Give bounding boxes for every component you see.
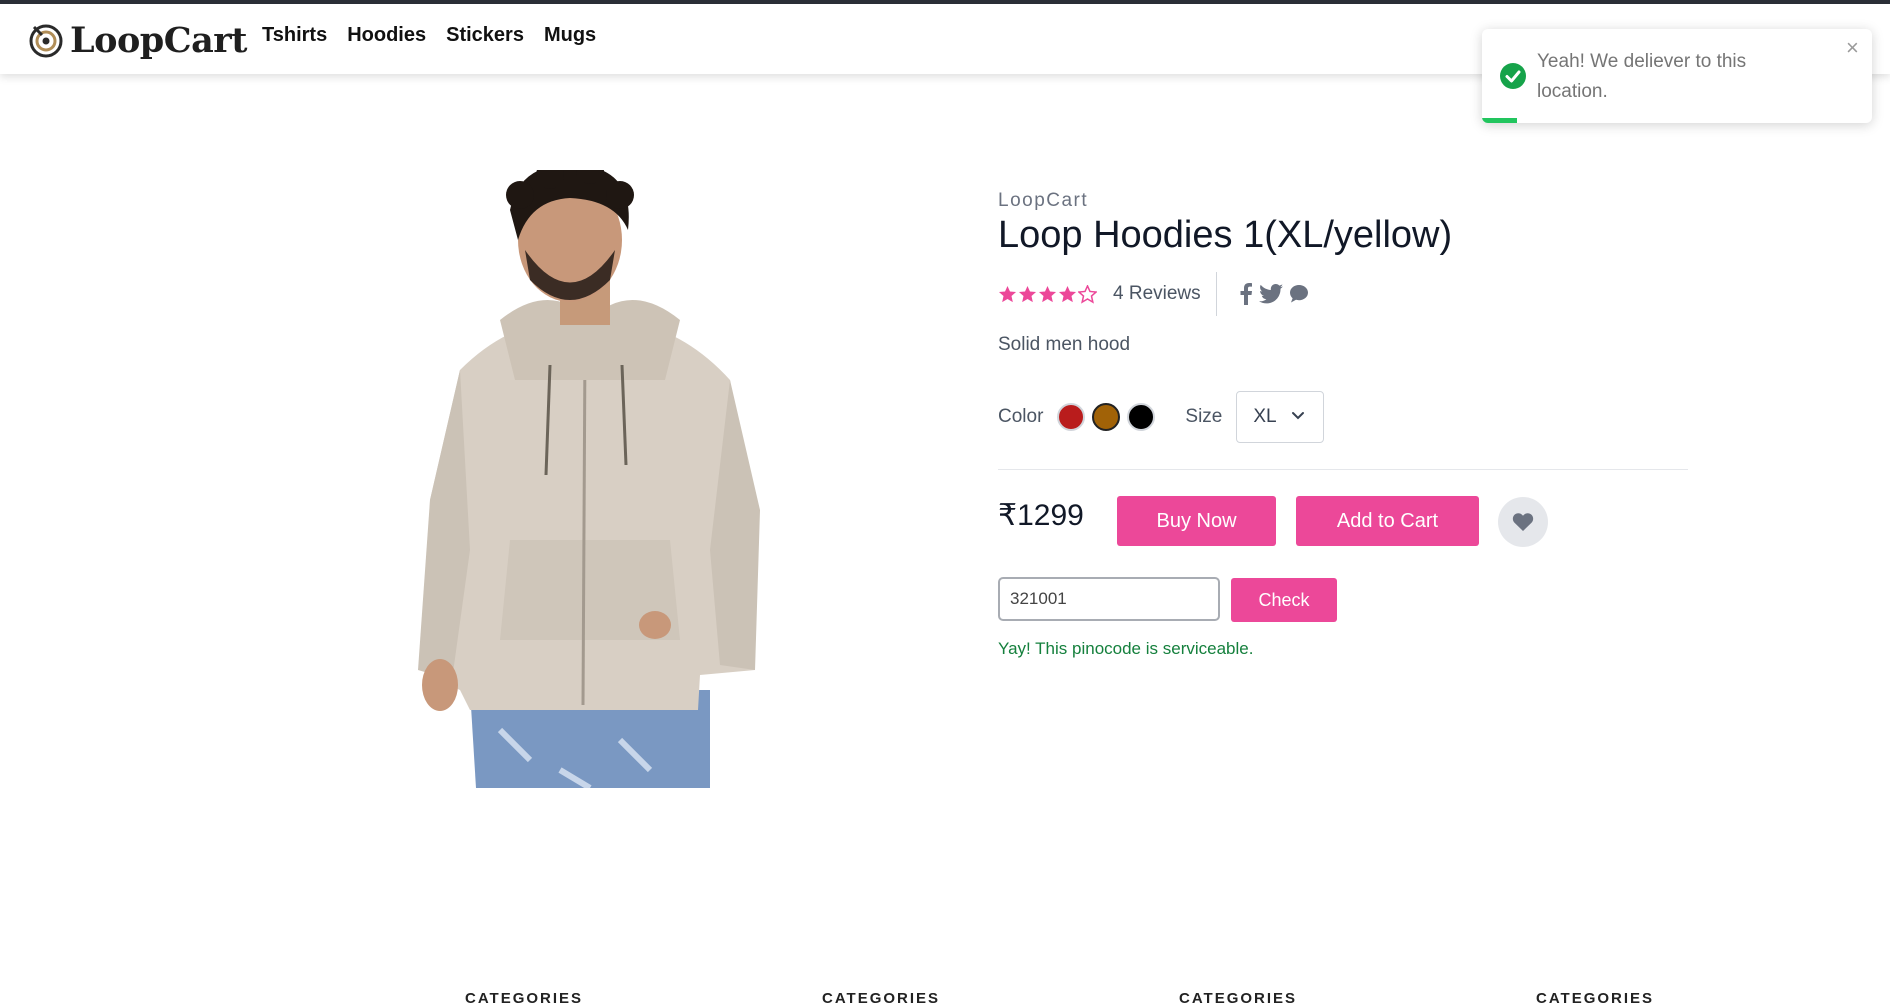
nav-link-stickers[interactable]: Stickers (446, 24, 524, 47)
twitter-icon[interactable] (1258, 284, 1283, 304)
logo-text: LoopCart (70, 19, 247, 61)
toast-message: Yeah! We deliever to this location. (1537, 51, 1747, 102)
nav-link-mugs[interactable]: Mugs (544, 24, 596, 47)
color-swatch-yellow[interactable] (1092, 403, 1121, 431)
product-price: ₹1299 (998, 499, 1084, 532)
footer-category-heading: CATEGORIES (1536, 990, 1655, 1007)
color-label: Color (998, 406, 1044, 427)
star-filled-icon (1018, 285, 1037, 302)
toast-close-button[interactable]: × (1846, 35, 1859, 61)
check-pincode-button[interactable]: Check (1231, 578, 1337, 622)
reviews-count[interactable]: 4 Reviews (1113, 283, 1201, 305)
wishlist-button[interactable] (1498, 497, 1548, 547)
product-options: Color Size XL (998, 391, 1325, 443)
nav-links: Tshirts Hoodies Stickers Mugs (262, 24, 596, 47)
star-empty-icon (1078, 284, 1097, 304)
size-select[interactable]: XL (1236, 391, 1325, 443)
success-check-icon (1500, 63, 1526, 89)
product-image (400, 170, 778, 788)
pincode-status: Yay! This pinocode is serviceable. (998, 639, 1254, 658)
delivery-toast: Yeah! We deliever to this location. × (1482, 29, 1872, 123)
divider (1215, 272, 1217, 316)
footer-categories: CATEGORIES CATEGORIES CATEGORIES CATEGOR… (0, 990, 1890, 1007)
heart-icon (1512, 513, 1534, 531)
rating-stars (998, 284, 1097, 304)
star-filled-icon (998, 285, 1017, 302)
buy-now-button[interactable]: Buy Now (1117, 496, 1276, 546)
chat-icon[interactable] (1289, 284, 1309, 304)
product-title: Loop Hoodies 1(XL/yellow) (998, 214, 1453, 256)
star-filled-icon (1038, 285, 1057, 302)
footer-category-heading: CATEGORIES (1179, 990, 1298, 1007)
logo[interactable]: LoopCart (28, 18, 247, 62)
logo-icon (29, 24, 63, 58)
toast-progress-bar (1482, 118, 1518, 123)
product-description: Solid men hood (998, 334, 1131, 355)
pincode-input[interactable] (998, 577, 1220, 621)
nav-link-hoodies[interactable]: Hoodies (347, 24, 426, 47)
chevron-down-icon (1292, 412, 1305, 420)
footer-category-heading: CATEGORIES (822, 990, 941, 1007)
color-swatch-red[interactable] (1057, 403, 1086, 431)
star-filled-icon (1058, 285, 1077, 302)
size-value: XL (1253, 406, 1277, 427)
add-to-cart-button[interactable]: Add to Cart (1296, 496, 1479, 546)
product-brand: LoopCart (998, 190, 1089, 211)
share-icons (1239, 283, 1309, 305)
facebook-icon[interactable] (1239, 283, 1253, 305)
rating-row: 4 Reviews (998, 272, 1309, 316)
color-swatches (1050, 403, 1156, 431)
section-divider (998, 469, 1688, 470)
footer-category-heading: CATEGORIES (465, 990, 584, 1007)
size-label: Size (1185, 406, 1223, 427)
color-swatch-black[interactable] (1127, 403, 1156, 431)
nav-link-tshirts[interactable]: Tshirts (262, 24, 327, 47)
